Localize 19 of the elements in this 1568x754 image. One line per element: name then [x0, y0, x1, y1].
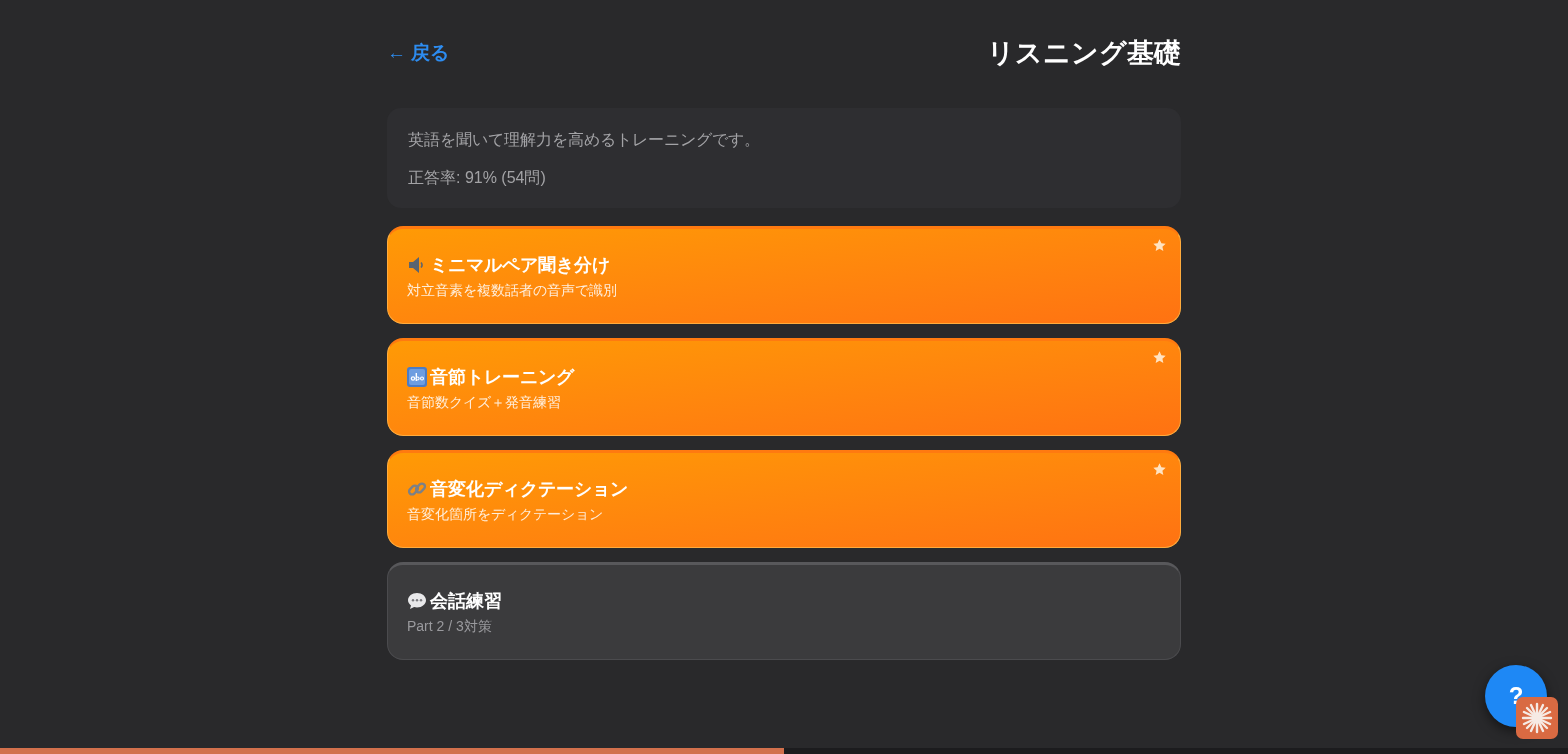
letters-tile-icon: [407, 367, 427, 387]
lesson-card[interactable]: 音節トレーニング 音節数クイズ＋発音練習: [387, 338, 1181, 436]
page-title: リスニング基礎: [987, 36, 1181, 70]
lesson-title: 音節トレーニング: [430, 366, 574, 389]
accuracy-text: 正答率: 91% (54問): [408, 168, 547, 188]
chain-link-icon: [407, 479, 427, 499]
lesson-subtitle: 対立音素を複数話者の音声で識別: [407, 281, 618, 300]
speech-bubble-icon: [407, 591, 427, 611]
lesson-card[interactable]: 会話練習 Part 2 / 3対策: [387, 562, 1181, 660]
lesson-title: ミニマルペア聞き分け: [430, 254, 610, 277]
lesson-title: 会話練習: [430, 590, 502, 613]
description-text: 英語を聞いて理解力を高めるトレーニングです。: [408, 130, 761, 150]
back-link[interactable]: ← 戻る: [387, 38, 450, 68]
lesson-title: 音変化ディクテーション: [430, 478, 628, 501]
lesson-subtitle: 音変化箇所をディクテーション: [407, 505, 604, 524]
lesson-card[interactable]: 音変化ディクテーション 音変化箇所をディクテーション: [387, 450, 1181, 548]
lesson-subtitle: 音節数クイズ＋発音練習: [407, 393, 562, 412]
lesson-card[interactable]: ミニマルペア聞き分け 対立音素を複数話者の音声で識別: [387, 226, 1181, 324]
lesson-subtitle: Part 2 / 3対策: [407, 617, 493, 636]
